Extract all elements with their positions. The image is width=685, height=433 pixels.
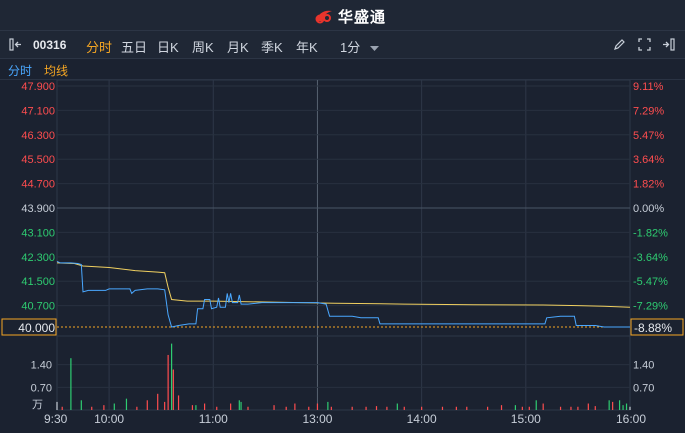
- price-tick-label: 43.100: [21, 227, 55, 239]
- price-tick-label: 40.700: [21, 301, 55, 313]
- volume-tick-label-right: 1.40: [633, 360, 654, 372]
- time-axis-label: 13:00: [302, 412, 332, 426]
- time-axis-label: 10:00: [94, 412, 124, 426]
- collapse-sidebar-icon[interactable]: [9, 38, 23, 51]
- time-axis-label: 16:00: [616, 412, 646, 426]
- time-axis-label: 11:00: [199, 412, 228, 426]
- volume-tick-label: 1.40: [31, 360, 52, 372]
- intraday-chart[interactable]: 47.900 9.11% 47.100 7.29% 46.300 5.47% 45.500 3…: [0, 79, 685, 428]
- price-tick-label: 47.900: [21, 81, 55, 93]
- tab-yearly-k[interactable]: 年K: [296, 37, 318, 56]
- price-tick-label: 41.500: [21, 276, 55, 288]
- volume-tick-label: 0.70: [31, 382, 52, 394]
- pct-tick-label: 5.47%: [633, 130, 664, 142]
- tab-monthly-k[interactable]: 月K: [227, 37, 249, 56]
- tab-intraday[interactable]: 分时: [86, 37, 112, 56]
- pct-tick-label: 9.11%: [633, 81, 664, 93]
- tab-quarterly-k[interactable]: 季K: [261, 37, 283, 56]
- interval-value: 1分: [340, 40, 361, 55]
- tab-daily-k[interactable]: 日K: [157, 37, 179, 56]
- pct-tick-label: -7.29%: [633, 301, 668, 313]
- pct-tick-label: -3.64%: [633, 252, 668, 264]
- collapse-panel-icon[interactable]: [661, 38, 675, 51]
- pct-tick-label: 7.29%: [633, 105, 664, 117]
- volume-tick-label-right: 0.70: [633, 382, 654, 394]
- pct-tick-label: -5.47%: [633, 276, 668, 288]
- pct-tick-label: 0.00%: [633, 203, 664, 215]
- pct-tick-label: 1.82%: [633, 179, 664, 191]
- tab-five-day[interactable]: 五日: [121, 37, 147, 56]
- chart-frame: [56, 79, 631, 411]
- current-pct-label: -8.88%: [634, 321, 672, 335]
- app-name: 华盛通: [338, 8, 387, 26]
- fullscreen-icon[interactable]: [638, 38, 651, 51]
- stock-code: 00316: [33, 38, 67, 52]
- time-axis-label: 9:30: [44, 412, 68, 426]
- time-axis-label: 14:00: [407, 412, 437, 426]
- price-tick-label: 43.900: [21, 203, 55, 215]
- price-tick-label: 47.100: [21, 105, 55, 117]
- price-tick-label: 45.500: [21, 154, 55, 166]
- tab-weekly-k[interactable]: 周K: [192, 37, 214, 56]
- time-axis-label: 15:00: [511, 412, 541, 426]
- current-price-label: 40.000: [18, 321, 55, 335]
- pct-tick-label: -1.82%: [633, 227, 668, 239]
- avg-price-line: [56, 262, 631, 308]
- volume-unit-label: 万: [32, 399, 43, 411]
- pct-tick-label: 3.64%: [633, 154, 664, 166]
- interval-select[interactable]: 1分: [340, 37, 379, 56]
- price-tick-label: 42.300: [21, 252, 55, 264]
- chart-svg[interactable]: 47.900 9.11% 47.100 7.29% 46.300 5.47% 45.500 3…: [0, 79, 685, 428]
- chevron-down-icon: [369, 45, 379, 51]
- subtab-intraday[interactable]: 分时: [8, 62, 32, 79]
- brand: 华盛通: [314, 6, 386, 26]
- title-bar: 华盛通: [0, 0, 685, 31]
- subtab-avg-line[interactable]: 均线: [44, 62, 68, 79]
- toolbar: 00316 分时 五日 日K 周K 月K 季K 年K 1分: [0, 31, 685, 59]
- chart-subtabs: 分时 均线: [0, 59, 685, 80]
- price-tick-label: 44.700: [21, 179, 55, 191]
- logo-icon: [315, 10, 332, 24]
- draw-pen-icon[interactable]: [613, 38, 626, 51]
- price-tick-label: 46.300: [21, 130, 55, 142]
